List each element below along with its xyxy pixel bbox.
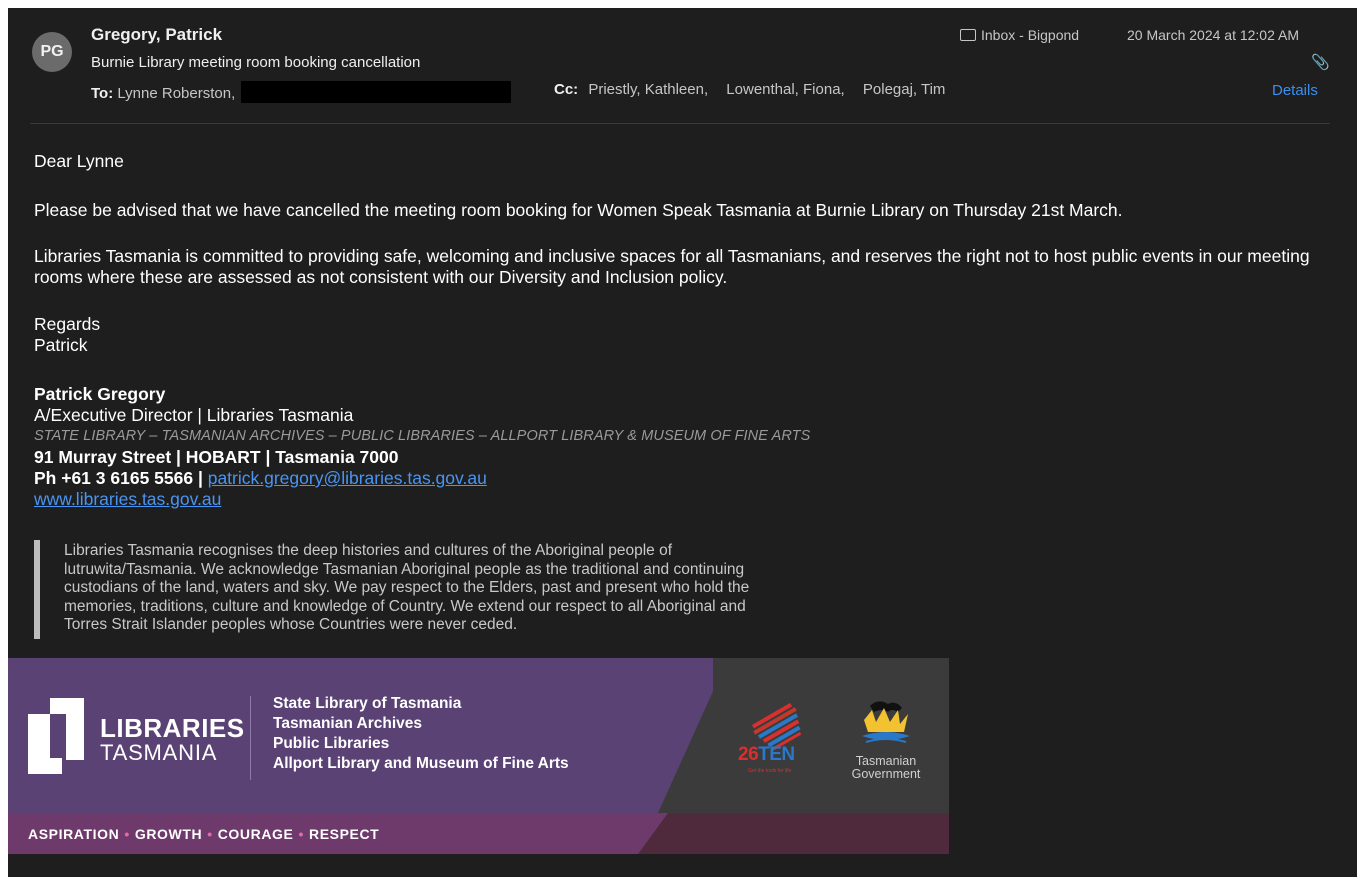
signature-banner: LIBRARIES TASMANIA State Library of Tasm… [8,658,949,854]
cc-recipient[interactable]: Priestly, Kathleen, [588,81,708,98]
gov-wordmark: Tasmanian Government [840,755,932,781]
banner-values: ASPIRATION • GROWTH • COURAGE • RESPECT [28,826,379,842]
libraries-tasmania-logo-icon [28,698,84,774]
gov-line2: Government [851,767,921,781]
signature-website-link[interactable]: www.libraries.tas.gov.au [34,489,221,509]
body-paragraph: Please be advised that we have cancelled… [34,200,1123,220]
signature-phone-line: Ph +61 3 6165 5566 | patrick.gregory@lib… [34,468,810,489]
banner-strip-right [668,813,949,854]
sender-avatar: PG [32,32,72,72]
greeting: Dear Lynne [34,151,124,171]
value-separator: • [124,826,130,842]
tasmanian-government-logo-icon [862,701,910,743]
signature-orgs: STATE LIBRARY – TASMANIAN ARCHIVES – PUB… [34,428,811,444]
value-word: GROWTH [134,826,203,842]
signature-name: Patrick Gregory [34,384,166,404]
cc-recipient[interactable]: Polegaj, Tim [863,81,946,98]
acknowledgement-line: Libraries Tasmania recognises the deep h… [64,542,673,559]
value-word: ASPIRATION [28,826,120,842]
signoff-text: Patrick [34,335,88,355]
redacted-block [241,81,512,103]
sender-name[interactable]: Gregory, Patrick [91,25,222,45]
26ten-word: TEN [758,744,795,765]
signature-phone: Ph +61 3 6165 5566 | [34,468,208,488]
cc-recipient[interactable]: Lowenthal, Fiona, [726,81,844,98]
closing: Regards Patrick [34,314,100,356]
regards-text: Regards [34,314,101,334]
26ten-wordmark: 26TEN [738,744,795,766]
banner-org: Tasmanian Archives [273,715,423,732]
acknowledgement-quote: Libraries Tasmania recognises the deep h… [34,540,964,639]
banner-diagonal [658,658,728,813]
acknowledgement-line: Torres Strait Islander peoples whose Cou… [64,616,518,633]
signature-email-link[interactable]: patrick.gregory@libraries.tas.gov.au [208,468,487,488]
email-subject: Burnie Library meeting room booking canc… [91,54,421,71]
banner-strip-diagonal [638,813,668,854]
signature-address: 91 Murray Street | HOBART | Tasmania 700… [34,447,399,467]
cc-label: Cc: [554,81,579,98]
banner-org-list: State Library of Tasmania Tasmanian Arch… [273,694,569,774]
header-divider [30,123,1330,124]
banner-org: State Library of Tasmania [273,695,462,712]
26ten-number: 26 [738,744,759,765]
body-paragraph: Libraries Tasmania is committed to provi… [34,246,1310,287]
email-window: PG Gregory, Patrick Burnie Library meeti… [8,8,1357,877]
signature-block: Patrick Gregory A/Executive Director | L… [34,384,810,510]
folder-icon [960,29,976,41]
acknowledgement-line: custodians of the land, waters and sky. … [64,579,750,596]
paperclip-icon[interactable]: 📎 [1311,53,1330,71]
to-recipients: To: Lynne Roberston, [91,81,512,103]
acknowledgement-line: memories, traditions, culture and knowle… [64,597,746,615]
value-separator: • [207,826,213,842]
26ten-tagline: Get the tools for life [748,768,792,774]
signature-title: A/Executive Director | Libraries Tasmani… [34,405,354,425]
banner-org: Allport Library and Museum of Fine Arts [273,755,569,772]
mailbox-name: Inbox - Bigpond [981,27,1080,43]
value-separator: • [298,826,304,842]
acknowledgement-line: lutruwita/Tasmania. We acknowledge Tasma… [64,560,745,578]
to-recipient[interactable]: Lynne Roberston, [117,85,235,102]
details-link[interactable]: Details [1272,82,1318,99]
banner-separator [250,696,251,780]
email-date: 20 March 2024 at 12:02 AM [1127,27,1299,43]
logo-wordmark-line2: TASMANIA [100,740,218,765]
mailbox-label: Inbox - Bigpond [960,27,1079,43]
banner-org: Public Libraries [273,735,390,752]
cc-recipients: Cc: Priestly, Kathleen, Lowenthal, Fiona… [554,81,959,98]
to-label: To: [91,85,114,102]
value-word: COURAGE [217,826,294,842]
value-word: RESPECT [309,826,380,842]
